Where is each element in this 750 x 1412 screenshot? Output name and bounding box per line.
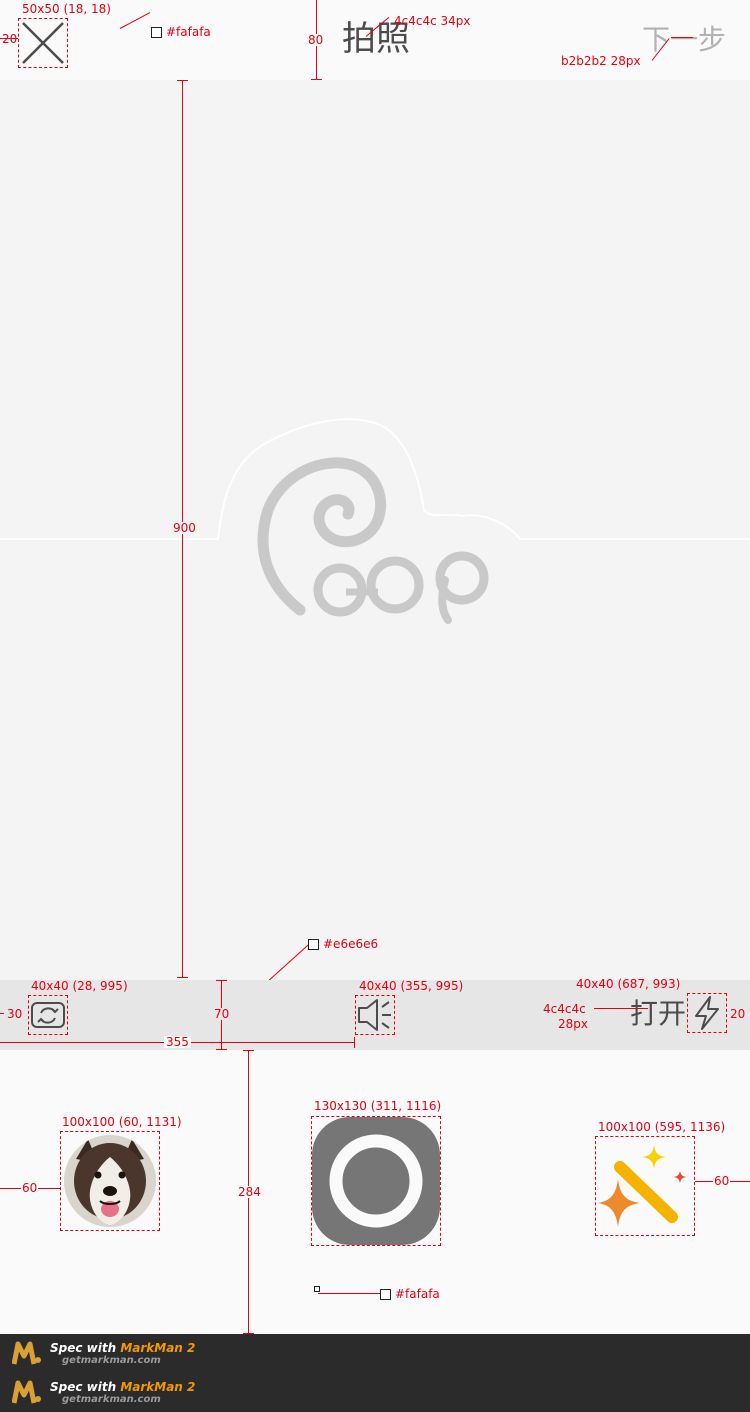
sound-spec-label: 40x40 (355, 995) xyxy=(359,979,464,993)
switch-camera-button[interactable] xyxy=(28,995,68,1035)
close-icon xyxy=(22,22,64,64)
close-margin-line xyxy=(0,38,18,39)
header-color-swatch xyxy=(151,27,162,38)
next-step-button[interactable]: 下一步 xyxy=(642,26,726,54)
switch-margin-label: 30 xyxy=(7,1007,23,1021)
close-button[interactable] xyxy=(18,18,68,68)
brand-name: MarkMan 2 xyxy=(120,1379,196,1394)
camera-height-tick-top xyxy=(177,80,188,81)
camera-preview[interactable] xyxy=(0,80,750,980)
next-spec-tick xyxy=(671,37,693,38)
bottom-color-swatch xyxy=(380,1289,391,1300)
gallery-button[interactable] xyxy=(64,1135,156,1227)
sound-offset-label: 355 xyxy=(164,1035,191,1049)
switch-margin-line xyxy=(0,1013,4,1014)
flash-label[interactable]: 打开 xyxy=(630,1000,686,1028)
footer: Spec with MarkMan 2 getmarkman.com Spec … xyxy=(0,1334,750,1412)
speaker-icon xyxy=(358,999,391,1031)
close-spec-label: 50x50 (18, 18) xyxy=(22,2,111,16)
gallery-spec-label: 100x100 (60, 1131) xyxy=(62,1115,182,1129)
bottom-height-label: 284 xyxy=(237,1185,262,1199)
brand-text-2: Spec with MarkMan 2 getmarkman.com xyxy=(50,1380,195,1405)
switch-spec-label: 40x40 (28, 995) xyxy=(31,979,128,993)
sound-offset-tick xyxy=(354,1037,355,1048)
effects-spec-label: 100x100 (595, 1136) xyxy=(598,1120,726,1134)
flash-margin-label: 20 xyxy=(730,1007,746,1021)
title-spec-label: 4c4c4c 34px xyxy=(394,14,471,28)
toolbar-color-swatch xyxy=(308,939,319,950)
magic-wand-icon xyxy=(598,1145,686,1227)
brand-row-2: Spec with MarkMan 2 getmarkman.com xyxy=(12,1379,195,1405)
header-height-label: 80 xyxy=(307,33,325,47)
brand-url[interactable]: getmarkman.com xyxy=(62,1355,195,1366)
markman-logo-icon xyxy=(12,1380,41,1404)
brand-url[interactable]: getmarkman.com xyxy=(62,1394,195,1405)
toolbar-color-label: #e6e6e6 xyxy=(308,938,378,950)
bottom-color-label: #fafafa xyxy=(380,1288,440,1300)
shutter-spec-label: 130x130 (311, 1116) xyxy=(314,1099,442,1113)
bottom-height-tick-top xyxy=(243,1050,254,1051)
markman-logo-icon xyxy=(12,1341,41,1365)
flash-text-size-label: 28px xyxy=(558,1017,588,1031)
shutter-ring-icon xyxy=(329,1134,423,1228)
brand-text-1: Spec with MarkMan 2 getmarkman.com xyxy=(50,1341,195,1366)
brand-row-1: Spec with MarkMan 2 getmarkman.com xyxy=(12,1340,195,1366)
brand-prefix: Spec with xyxy=(50,1379,117,1394)
flash-spec-label: 40x40 (687, 993) xyxy=(576,977,681,991)
switch-camera-icon xyxy=(31,1002,65,1028)
flash-text-color-label: 4c4c4c xyxy=(543,1002,586,1016)
next-spec-label: b2b2b2 28px xyxy=(561,54,641,68)
camera-height-label: 900 xyxy=(172,521,197,535)
sound-button[interactable] xyxy=(355,995,395,1035)
lightning-icon xyxy=(695,996,719,1030)
brand-name: MarkMan 2 xyxy=(120,1340,196,1355)
gallery-margin-label: 60 xyxy=(21,1181,39,1195)
bottom-color-point xyxy=(314,1286,320,1292)
flash-button[interactable] xyxy=(687,993,727,1033)
camera-height-tick-bottom xyxy=(177,977,188,978)
goop-logo xyxy=(0,418,750,624)
effects-button[interactable] xyxy=(595,1136,695,1236)
effects-margin-label: 60 xyxy=(713,1174,731,1188)
toolbar-height-tick-top xyxy=(216,980,227,981)
brand-prefix: Spec with xyxy=(50,1340,117,1355)
bottom-color-pointer xyxy=(318,1293,380,1294)
close-margin-label: 20 xyxy=(2,32,18,46)
dog-photo xyxy=(64,1135,156,1227)
shutter-button[interactable] xyxy=(312,1117,440,1245)
toolbar-height-label: 70 xyxy=(213,1007,231,1021)
header-color-label: #fafafa xyxy=(151,26,211,38)
